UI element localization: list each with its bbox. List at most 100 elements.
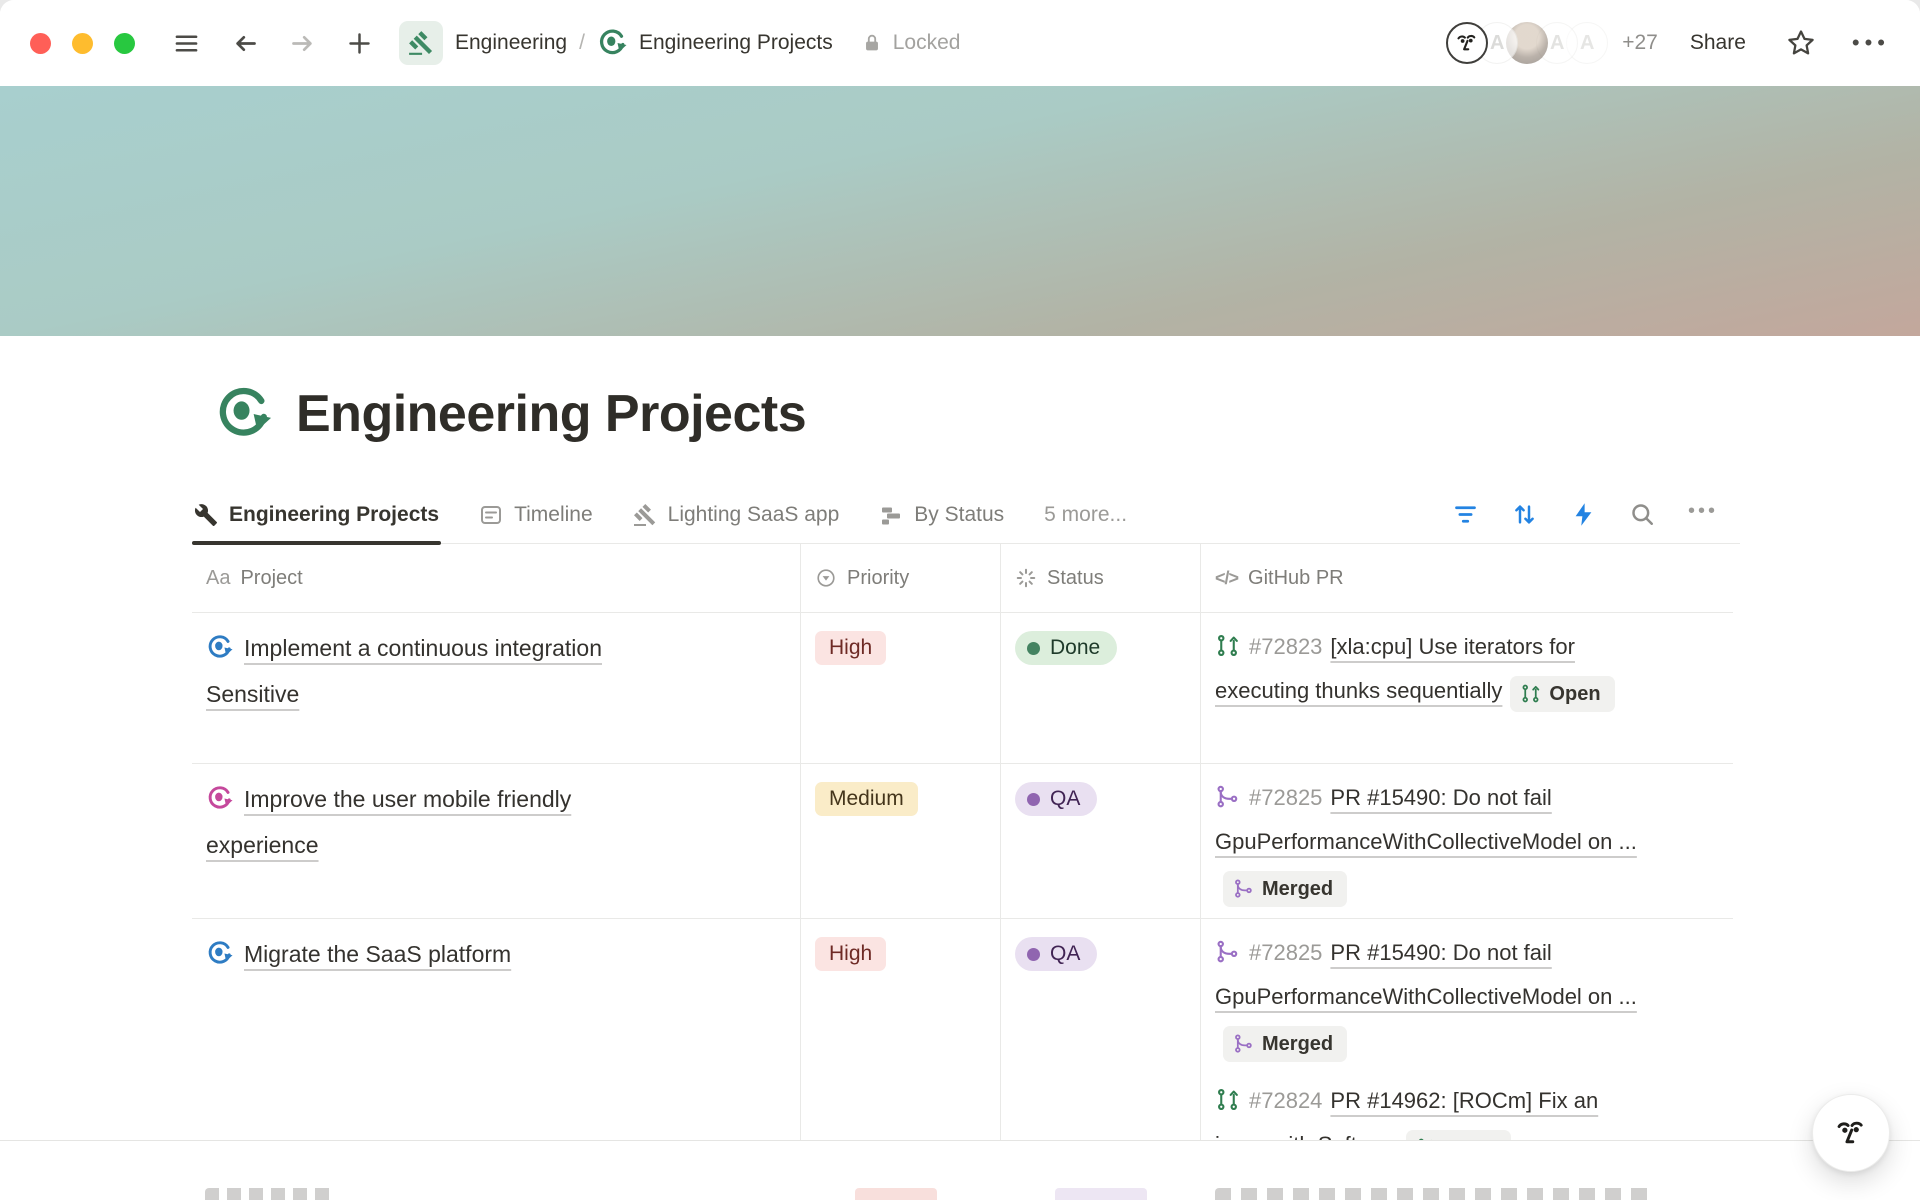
tab-label: By Status [914, 503, 1004, 527]
search-icon[interactable] [1629, 501, 1656, 528]
wrench-icon [194, 503, 218, 527]
pr-number: #72825 [1249, 940, 1322, 965]
github-pr-cell[interactable]: #72825PR #15490: Do not fail GpuPerforma… [1200, 764, 1662, 918]
avatar-overflow-count[interactable]: +27 [1622, 31, 1658, 55]
priority-cell[interactable]: Medium [800, 764, 1000, 918]
view-more-options-button[interactable]: ••• [1688, 500, 1718, 529]
pull-request-merged-icon [1233, 878, 1254, 899]
pr-mention: #72825PR #15490: Do not fail GpuPerforma… [1215, 931, 1648, 1063]
status-dot-icon [1027, 642, 1040, 655]
pr-mention: #72825PR #15490: Do not fail GpuPerforma… [1215, 776, 1648, 908]
status-label: Done [1050, 636, 1100, 660]
page-loop-icon[interactable] [214, 385, 272, 443]
new-tab-button[interactable] [346, 30, 373, 57]
plus-icon [346, 30, 373, 57]
github-pr-cell[interactable]: #72825PR #15490: Do not fail GpuPerforma… [1200, 919, 1662, 1177]
status-cell[interactable]: Done [1000, 613, 1200, 763]
breadcrumb-page[interactable]: Engineering Projects [639, 31, 833, 55]
tab-timeline[interactable]: Timeline [477, 503, 595, 543]
status-badge[interactable]: QA [1015, 782, 1097, 816]
column-label: GitHub PR [1248, 567, 1344, 590]
hammer-icon [408, 30, 434, 56]
ai-assistant-button[interactable] [1812, 1094, 1890, 1172]
text-property-icon: Aa [206, 567, 230, 590]
priority-badge[interactable]: Medium [815, 782, 918, 816]
select-circle-icon [815, 567, 837, 589]
status-badge[interactable]: QA [1015, 937, 1097, 971]
status-cell[interactable]: QA [1000, 919, 1200, 1177]
breadcrumb: Engineering / Engineering Projects [399, 21, 833, 65]
forward-button[interactable] [289, 30, 316, 57]
share-button[interactable]: Share [1690, 31, 1746, 55]
minimize-window-button[interactable] [72, 33, 93, 54]
pr-number: #72825 [1249, 785, 1322, 810]
project-cell[interactable]: Implement a continuous integration Sensi… [192, 613, 654, 763]
breadcrumb-root[interactable]: Engineering [455, 31, 567, 55]
project-cell[interactable]: Improve the user mobile friendly experie… [192, 764, 654, 918]
github-pr-cell[interactable]: #72823[xla:cpu] Use iterators for execut… [1200, 613, 1662, 763]
avatar[interactable] [1446, 22, 1488, 64]
status-badge[interactable]: Done [1015, 631, 1117, 665]
more-views-label: 5 more... [1044, 503, 1127, 527]
project-loop-icon [206, 634, 233, 661]
zoom-window-button[interactable] [114, 33, 135, 54]
pr-state-badge[interactable]: Open [1510, 676, 1614, 712]
database-table: Aa Project Priority Status </> GitHub PR… [192, 544, 1733, 1178]
next-row-peek [205, 1188, 333, 1200]
tab-label: Timeline [514, 503, 593, 527]
column-label: Project [240, 567, 302, 590]
column-header-status[interactable]: Status [1000, 544, 1200, 612]
status-burst-icon [1015, 567, 1037, 589]
pull-request-open-icon [1215, 633, 1240, 658]
column-header-project[interactable]: Aa Project [192, 544, 800, 612]
pr-state-badge[interactable]: Merged [1223, 1026, 1347, 1062]
favorite-button[interactable] [1786, 28, 1816, 58]
pr-state-label: Merged [1262, 874, 1333, 904]
ai-face-icon [1830, 1112, 1872, 1154]
project-title-link[interactable]: Implement a continuous integration Sensi… [206, 635, 602, 707]
sort-icon[interactable] [1511, 501, 1538, 528]
breadcrumb-separator: / [579, 31, 585, 55]
priority-badge[interactable]: High [815, 937, 886, 971]
column-header-github-pr[interactable]: </> GitHub PR [1200, 544, 1733, 612]
project-title-link[interactable]: Improve the user mobile friendly experie… [206, 786, 571, 858]
pull-request-open-icon [1520, 683, 1541, 704]
page-cover-image [0, 86, 1920, 336]
viewport-cutoff-band [0, 1140, 1920, 1188]
sidebar-toggle-button[interactable] [173, 30, 200, 57]
more-options-button[interactable]: ••• [1852, 30, 1890, 56]
pull-request-merged-icon [1215, 939, 1240, 964]
back-button[interactable] [232, 30, 259, 57]
table-row: Implement a continuous integration Sensi… [192, 613, 1733, 764]
tab-engineering-projects[interactable]: Engineering Projects [192, 503, 441, 543]
locked-indicator[interactable]: Locked [861, 31, 961, 55]
more-views-button[interactable]: 5 more... [1042, 503, 1129, 543]
status-label: QA [1050, 787, 1080, 811]
tab-lighting-saas-app[interactable]: Lighting SaaS app [631, 503, 842, 543]
view-tabs-bar: Engineering Projects Timeline Lighting S… [192, 486, 1740, 544]
table-header-row: Aa Project Priority Status </> GitHub PR [192, 544, 1733, 613]
filter-icon[interactable] [1452, 501, 1479, 528]
app-window: Engineering / Engineering Projects Locke… [0, 0, 1920, 1200]
back-arrow-icon [232, 30, 259, 57]
project-title-link[interactable]: Migrate the SaaS platform [244, 941, 511, 967]
pr-state-badge[interactable]: Merged [1223, 871, 1347, 907]
project-loop-icon [206, 940, 233, 967]
status-dot-icon [1027, 793, 1040, 806]
page-title[interactable]: Engineering Projects [296, 384, 806, 444]
board-icon [879, 503, 903, 527]
priority-cell[interactable]: High [800, 613, 1000, 763]
code-property-icon: </> [1215, 568, 1238, 589]
close-window-button[interactable] [30, 33, 51, 54]
automation-bolt-icon[interactable] [1570, 501, 1597, 528]
project-cell[interactable]: Migrate the SaaS platform [192, 919, 654, 1177]
priority-cell[interactable]: High [800, 919, 1000, 1177]
collaborator-avatars[interactable]: A A A [1446, 22, 1608, 64]
pr-number: #72824 [1249, 1088, 1322, 1113]
priority-badge[interactable]: High [815, 631, 886, 665]
next-row-peek [855, 1188, 937, 1200]
status-cell[interactable]: QA [1000, 764, 1200, 918]
tab-by-status[interactable]: By Status [877, 503, 1006, 543]
column-header-priority[interactable]: Priority [800, 544, 1000, 612]
breadcrumb-root-badge[interactable] [399, 21, 443, 65]
